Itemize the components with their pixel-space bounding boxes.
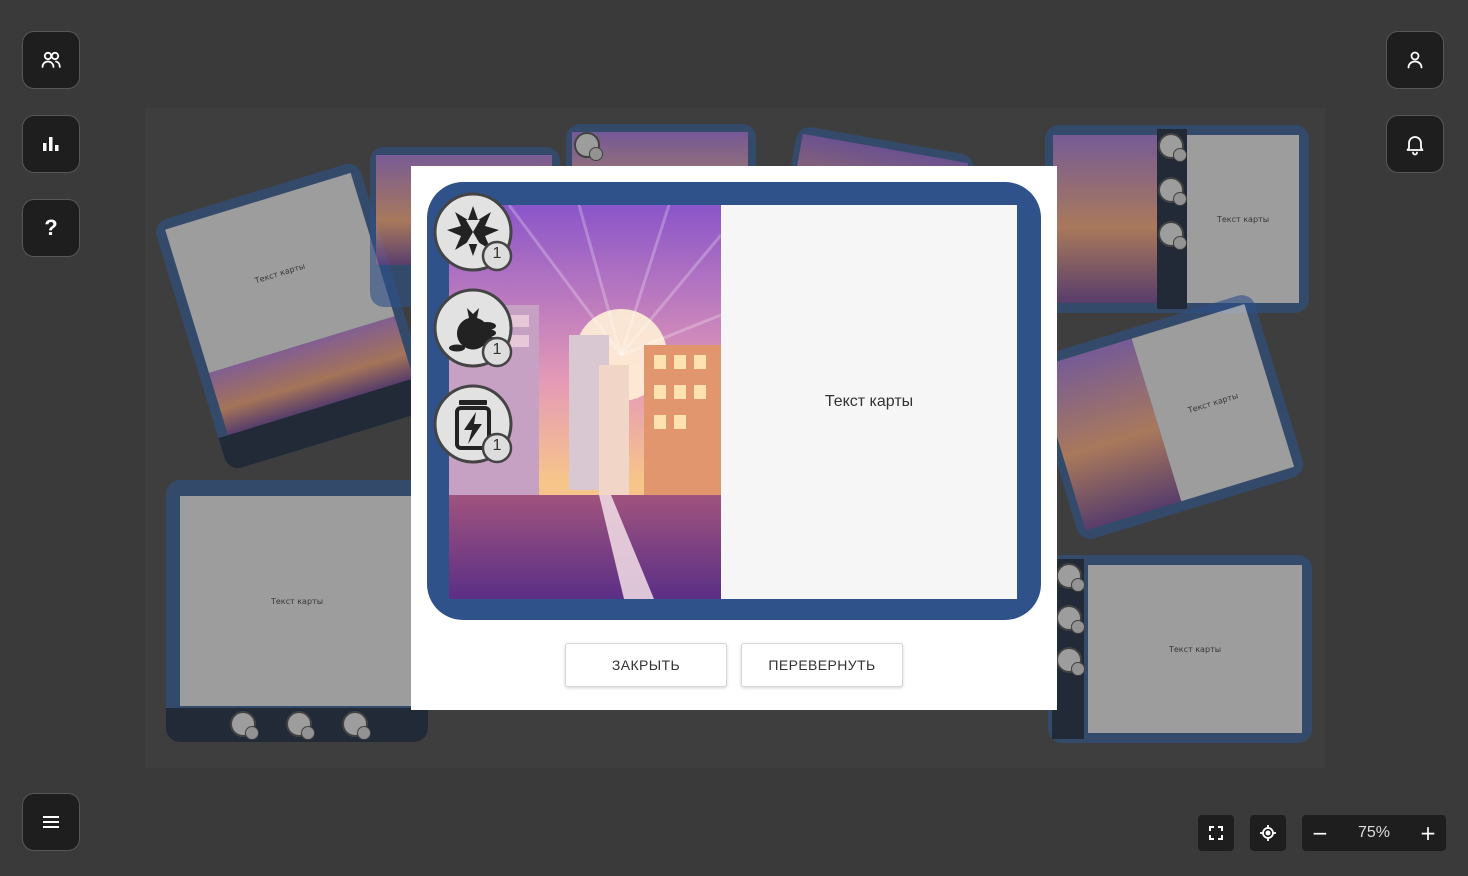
notifications-button[interactable] [1386,115,1444,173]
money-bag-coins-icon [286,711,315,740]
menu-button[interactable] [22,793,80,851]
help-button[interactable]: ? [22,199,80,257]
zoom-level: 75% [1357,824,1391,841]
hamburger-menu-icon [43,816,59,828]
flip-card-button[interactable]: ПЕРЕВЕРНУТЬ [741,643,903,687]
zoom-out-button[interactable]: − [1302,821,1338,845]
crosshair-icon [1260,825,1276,841]
question-mark-icon: ? [44,215,58,240]
energy-battery-icon [230,711,259,740]
players-button[interactable] [22,31,80,89]
money-bag-coins-resource: 1 [433,288,517,372]
fullscreen-button[interactable] [1198,815,1234,851]
energy-battery-icon [433,384,513,464]
resource-count: 1 [492,245,502,262]
explosion-hourglass-resource: 1 [433,192,517,276]
card-preview-modal: Текст карты 1 1 1 ЗАКРЫТЬ ПЕРЕВЕРНУТЬ [411,166,1057,710]
board-card[interactable]: Текст карты [1048,555,1312,743]
card-text: Текст карты [1168,644,1222,654]
resource-count: 1 [492,341,502,358]
board-card[interactable]: Текст карты [166,480,428,742]
fullscreen-icon [1209,826,1223,840]
zoom-in-button[interactable]: + [1410,821,1446,845]
energy-battery-icon [1158,221,1187,250]
close-button[interactable]: ЗАКРЫТЬ [565,643,727,687]
bell-icon [1406,136,1424,156]
bar-chart-icon [43,137,59,151]
explosion-hourglass-icon [1158,133,1187,162]
explosion-hourglass-icon [433,192,513,272]
user-icon [1407,51,1423,69]
card-text: Текст карты [253,261,307,285]
zoom-control: − 75% + [1302,815,1446,851]
money-bag-coins-icon [1056,605,1085,634]
card-text: Текст карты [1186,390,1240,415]
card-preview: Текст карты 1 1 1 [427,182,1041,620]
energy-battery-icon [1056,647,1085,676]
money-bag-coins-icon [1158,177,1187,206]
card-text: Текст карты [270,596,324,606]
card-text: Текст карты [1216,214,1270,224]
energy-battery-resource: 1 [433,384,517,468]
center-view-button[interactable] [1250,815,1286,851]
explosion-hourglass-icon [1056,563,1085,592]
users-icon [41,51,61,68]
board-card[interactable]: Текст карты [1045,125,1309,313]
card-text-panel: Текст карты [721,205,1017,599]
resource-count: 1 [492,437,502,454]
explosion-hourglass-icon [574,132,603,161]
profile-button[interactable] [1386,31,1444,89]
stats-button[interactable] [22,115,80,173]
explosion-hourglass-icon [342,711,371,740]
card-text: Текст карты [824,393,914,410]
money-bag-coins-icon [433,288,513,368]
